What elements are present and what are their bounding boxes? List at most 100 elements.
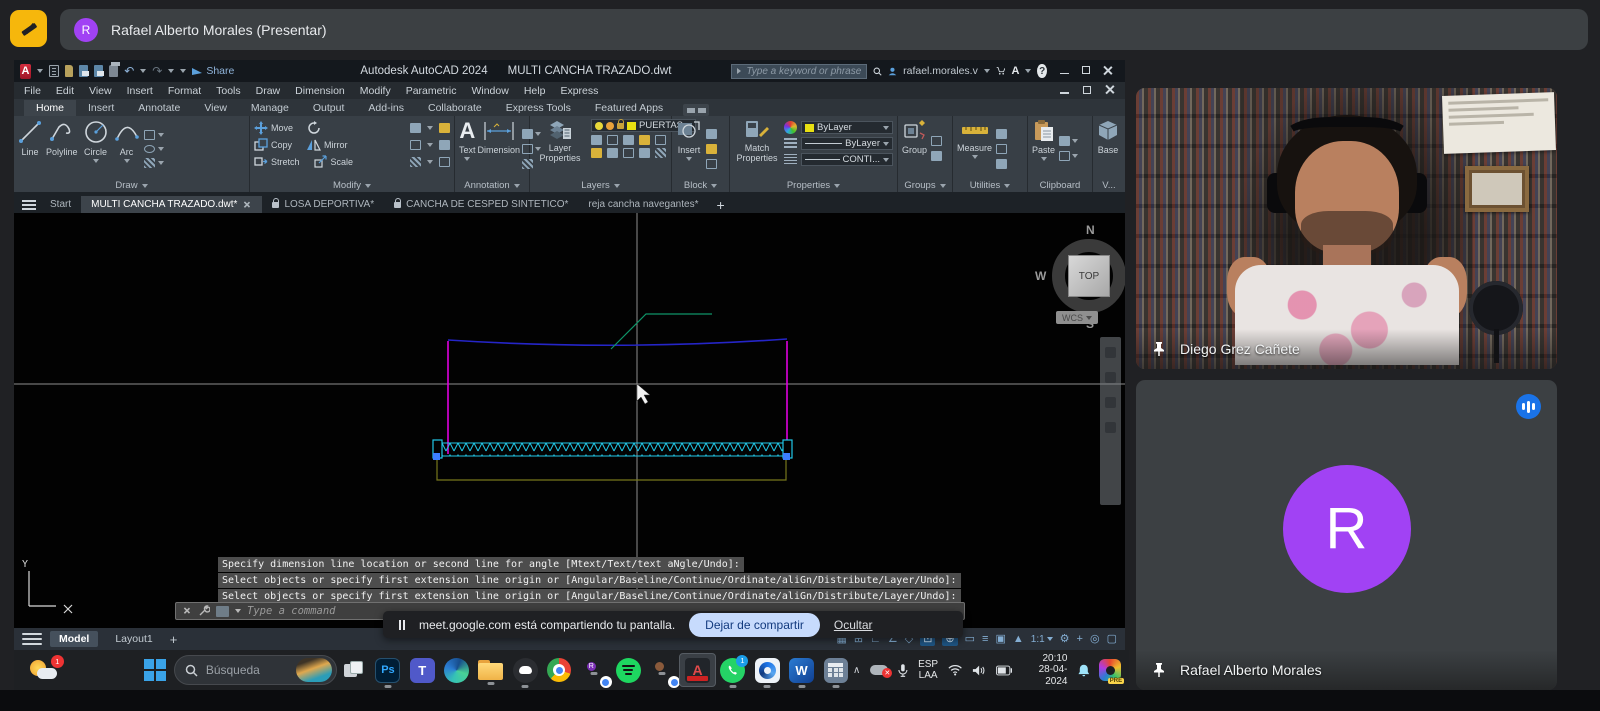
trim-tool-icon[interactable] [410, 123, 421, 133]
tab-losa-deportiva[interactable]: LOSA DEPORTIVA* [262, 196, 384, 213]
photoshop-app[interactable]: Ps [371, 658, 405, 683]
user-icon[interactable] [888, 65, 897, 78]
hide-link[interactable]: Ocultar [834, 618, 873, 632]
wifi-icon[interactable] [948, 664, 962, 676]
search-highlight-image[interactable] [296, 658, 332, 682]
menu-parametric[interactable]: Parametric [406, 85, 457, 97]
menu-draw[interactable]: Draw [256, 85, 281, 97]
tool-insert[interactable]: Insert [676, 119, 702, 178]
word-app[interactable]: W [784, 658, 818, 683]
tool-copy[interactable]: Copy [254, 137, 292, 152]
redo-dropdown-icon[interactable] [168, 69, 174, 73]
layer-lock-tool-icon[interactable] [639, 135, 650, 145]
annotation-scale-dropdown[interactable]: 1:1 [1031, 634, 1053, 645]
tool-circle[interactable]: Circle [82, 119, 110, 178]
chrome-app[interactable] [542, 658, 576, 682]
drawing-canvas[interactable]: Y N W E S TOP WCS Specify dimension line… [14, 213, 1125, 628]
layout1-tab[interactable]: Layout1 [106, 631, 161, 647]
menu-file[interactable]: File [24, 85, 41, 97]
tool-line[interactable]: Line [18, 119, 42, 178]
menu-tools[interactable]: Tools [216, 85, 241, 97]
panel-label-draw[interactable]: Draw [14, 180, 249, 191]
layer-on-icon[interactable] [595, 122, 603, 130]
autocad-app-menu[interactable]: A [20, 64, 31, 79]
navigation-bar[interactable] [1100, 337, 1121, 505]
panel-label-view[interactable]: V... [1093, 180, 1125, 191]
copilot-swirl-app[interactable] [750, 658, 784, 683]
fillet-tool-icon[interactable] [410, 140, 421, 150]
ribbon-tab-addins[interactable]: Add-ins [356, 100, 416, 116]
ungroup-icon[interactable] [931, 136, 942, 146]
erase-tool-icon[interactable] [439, 123, 450, 133]
quick-calc-icon[interactable] [996, 144, 1007, 154]
pin-icon[interactable] [1152, 662, 1166, 678]
plot-button[interactable] [109, 65, 118, 77]
new-tab-button[interactable]: + [708, 197, 732, 213]
wcs-dropdown[interactable]: WCS [1056, 311, 1098, 324]
selection-cycling-toggle[interactable]: ▣ [995, 634, 1005, 645]
linetype-dropdown[interactable]: CONTI... [801, 153, 893, 166]
pan-icon[interactable] [1105, 347, 1116, 358]
ribbon-tab-view[interactable]: View [192, 100, 239, 116]
app-menu-dropdown-icon[interactable] [37, 69, 43, 73]
tab-close-icon[interactable] [243, 201, 251, 209]
stop-sharing-button[interactable]: Dejar de compartir [689, 613, 820, 637]
microphone-icon[interactable] [898, 663, 908, 678]
tool-rotate[interactable] [307, 120, 321, 135]
dynamic-input-toggle[interactable]: ▭ [965, 634, 975, 645]
panel-label-properties[interactable]: Properties [730, 180, 897, 191]
ribbon-tab-express-tools[interactable]: Express Tools [494, 100, 583, 116]
qat-customize-icon[interactable] [180, 69, 186, 73]
search-icon[interactable] [873, 65, 882, 78]
tool-polyline[interactable]: Polyline [46, 119, 78, 178]
file-explorer-app[interactable] [474, 660, 508, 680]
autodesk-logo[interactable]: A [1011, 65, 1019, 77]
panel-label-groups[interactable]: Groups [898, 180, 952, 191]
ribbon-tab-manage[interactable]: Manage [239, 100, 301, 116]
layout-menu-icon[interactable] [22, 632, 42, 646]
layer-walk-icon[interactable] [591, 148, 602, 158]
close-button[interactable] [1097, 65, 1119, 78]
model-tab[interactable]: Model [50, 631, 98, 647]
new-file-button[interactable] [49, 65, 59, 77]
ribbon-tab-home[interactable]: Home [24, 100, 76, 116]
menu-edit[interactable]: Edit [56, 85, 74, 97]
zoom-icon[interactable] [1105, 372, 1116, 383]
open-file-button[interactable] [65, 65, 74, 77]
menu-express[interactable]: Express [560, 85, 598, 97]
menu-view[interactable]: View [89, 85, 112, 97]
restore-button[interactable] [1075, 65, 1097, 77]
layer-isolate-icon[interactable] [607, 135, 618, 145]
tool-stretch[interactable]: Stretch [254, 154, 300, 169]
circle-flyout-icon[interactable] [93, 159, 99, 163]
tool-base[interactable]: Base [1097, 119, 1119, 178]
layer-off-icon[interactable] [591, 135, 602, 145]
help-button[interactable]: ? [1037, 64, 1047, 78]
menu-dimension[interactable]: Dimension [295, 85, 345, 97]
share-button[interactable]: Share [192, 65, 234, 77]
viewcube-west[interactable]: W [1035, 269, 1046, 283]
ribbon-tab-featured-apps[interactable]: Featured Apps [583, 100, 675, 116]
teams-app[interactable]: T [405, 658, 439, 683]
volume-icon[interactable] [972, 664, 985, 677]
autodesk-dropdown-icon[interactable] [1025, 69, 1031, 73]
autocad-app-active[interactable]: A [679, 653, 715, 687]
command-close-icon[interactable] [183, 607, 191, 615]
layer-prev-icon[interactable] [607, 148, 618, 158]
menu-insert[interactable]: Insert [127, 85, 153, 97]
clean-screen-toggle[interactable]: ▢ [1107, 634, 1117, 645]
edit-block-icon[interactable] [706, 144, 717, 154]
weather-widget[interactable]: 1 [22, 658, 68, 682]
orbit-icon[interactable] [1105, 397, 1116, 408]
viewcube-north[interactable]: N [1086, 223, 1095, 237]
recent-commands-icon[interactable] [216, 606, 229, 617]
layer-state-icon[interactable] [623, 148, 634, 158]
app-store-cart-icon[interactable] [996, 65, 1006, 77]
tool-arc[interactable]: Arc [114, 119, 140, 178]
layer-thaw-icon[interactable] [606, 122, 614, 130]
hatch-tool-icon[interactable] [144, 158, 155, 168]
panel-label-modify[interactable]: Modify [250, 180, 454, 191]
quick-select-icon[interactable] [996, 129, 1007, 139]
new-layout-button[interactable]: + [170, 632, 178, 647]
create-block-icon[interactable] [706, 129, 717, 139]
